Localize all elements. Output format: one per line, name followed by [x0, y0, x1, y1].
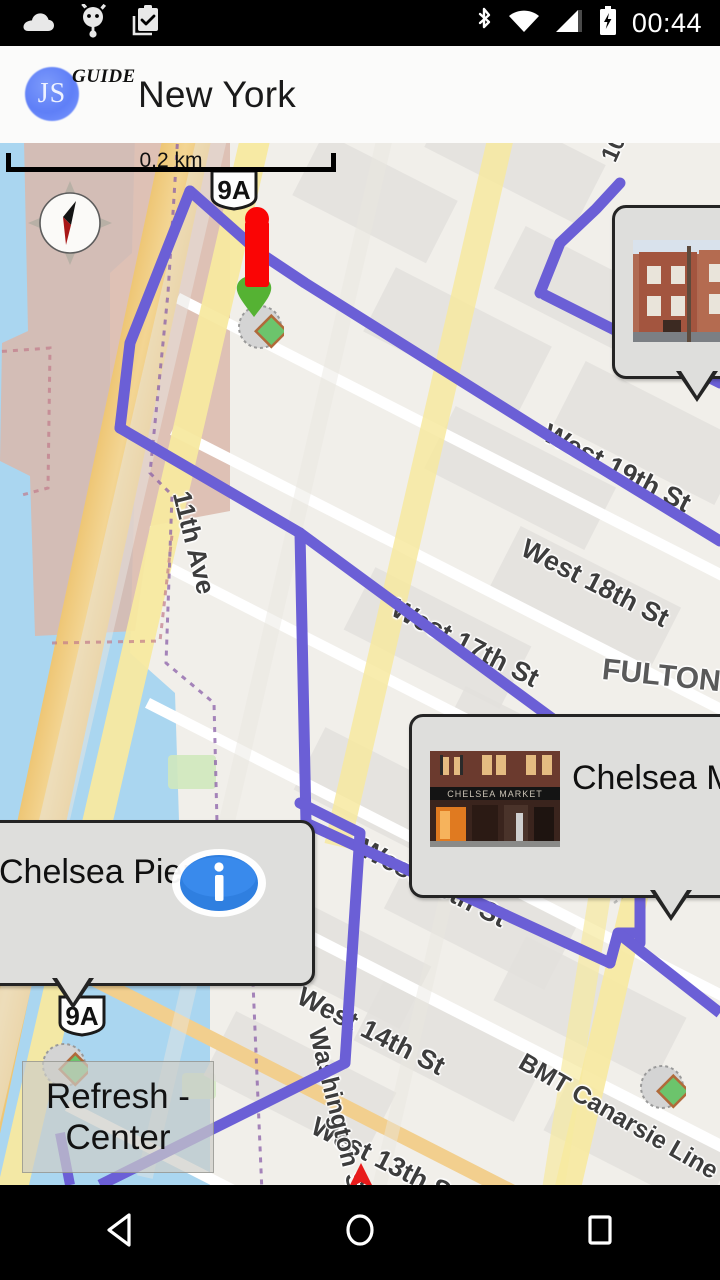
callout-thumbnail: CHELSEA MARKET [430, 751, 560, 847]
wifi-icon [508, 8, 540, 39]
logo-guide-text: GUIDE [72, 65, 136, 87]
android-navigation-bar [0, 1185, 720, 1280]
nav-back-button[interactable] [0, 1209, 240, 1256]
refresh-center-button[interactable]: Refresh - Center [22, 1061, 214, 1173]
android-debug-icon [78, 2, 108, 43]
pin-marker-red[interactable] [240, 205, 274, 300]
info-button[interactable] [170, 847, 268, 919]
logo-js-text: JS [37, 77, 67, 109]
page-title: New York [138, 73, 296, 115]
callout-title: Chelsea Mar [572, 759, 720, 797]
callout-chelsea-piers[interactable]: Chelsea Piers [0, 820, 315, 986]
callout-tail [52, 978, 94, 1009]
compass-rose-icon[interactable] [28, 181, 112, 265]
status-bar-right-icons: 00:44 [474, 5, 720, 41]
refresh-button-line2: Center [65, 1118, 171, 1157]
cloud-icon [22, 9, 56, 38]
refresh-button-line1: Refresh - [46, 1076, 190, 1116]
app-logo: JS GUIDE [22, 64, 135, 126]
back-triangle-icon [99, 1209, 141, 1256]
svg-text:CHELSEA MARKET: CHELSEA MARKET [447, 789, 543, 799]
scale-bar-label: 0.2 km [139, 149, 203, 172]
direction-arrow-red [344, 1159, 378, 1185]
status-bar: 00:44 [0, 0, 720, 46]
nav-recents-button[interactable] [480, 1209, 720, 1256]
screen-root: 00:44 JS GUIDE New York 11th Ave West 19… [0, 0, 720, 1280]
callout-chelsea-market[interactable]: CHELSEA MARKET Chelsea Mar [409, 714, 720, 898]
callout-tail [650, 890, 692, 921]
cellular-signal-icon [554, 8, 584, 39]
map-canvas[interactable]: 10th 11th Ave West 19th St West 18th St … [0, 143, 720, 1185]
callout-tail-inner [57, 978, 89, 1003]
clipboard-check-icon [130, 4, 160, 43]
battery-charging-icon [598, 5, 618, 41]
app-bar: JS GUIDE New York [0, 46, 720, 143]
map-scale-bar: 0.2 km [6, 149, 336, 181]
callout-thumbnail [633, 240, 720, 342]
poi-marker-green-diamond[interactable] [638, 1063, 691, 1111]
bluetooth-icon [474, 6, 494, 41]
status-bar-left-icons [0, 2, 160, 43]
home-circle-icon [339, 1209, 381, 1256]
status-bar-clock: 00:44 [631, 7, 702, 38]
callout-tail-inner [681, 371, 713, 396]
recents-square-icon [579, 1209, 621, 1256]
callout-tail-inner [655, 890, 687, 915]
callout-tail [676, 371, 718, 402]
callout-chelsea-historic-district[interactable] [612, 205, 720, 379]
nav-home-button[interactable] [240, 1209, 480, 1256]
